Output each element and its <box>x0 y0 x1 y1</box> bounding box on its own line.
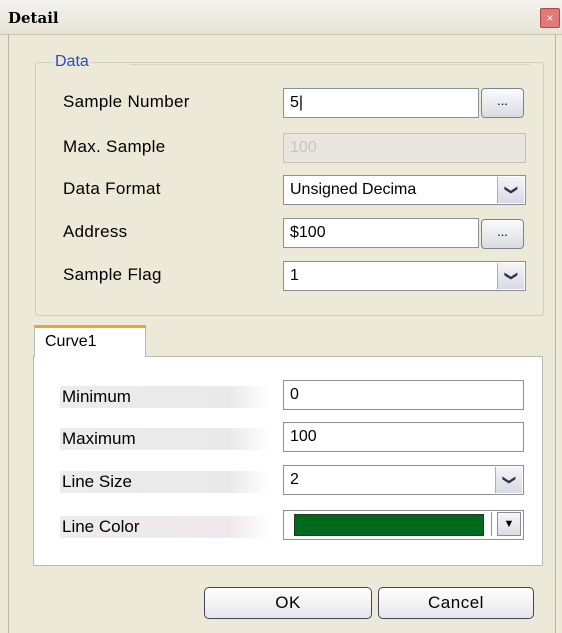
chevron-down-icon[interactable]: ❯ <box>497 263 524 289</box>
window-title: Detail <box>8 9 59 27</box>
sample-flag-label: Sample Flag <box>63 265 162 284</box>
legend-divider <box>130 64 530 65</box>
minimum-label: Minimum <box>60 386 270 408</box>
cancel-button[interactable]: Cancel <box>378 587 534 619</box>
tab-curve1[interactable]: Curve1 <box>34 325 146 357</box>
address-input[interactable]: $100 <box>283 218 479 248</box>
sample-flag-select[interactable]: 1 ❯ <box>283 261 526 291</box>
address-browse-button[interactable]: ... <box>481 219 524 249</box>
max-sample-field: 100 <box>283 133 526 163</box>
data-group-legend: Data <box>53 53 91 71</box>
address-label: Address <box>63 222 128 241</box>
close-icon[interactable]: × <box>540 8 560 28</box>
color-picker-divider <box>491 512 492 536</box>
title-bar: Detail × <box>0 0 562 35</box>
data-format-select[interactable]: Unsigned Decima ❯ <box>283 175 526 205</box>
data-format-label: Data Format <box>63 179 161 198</box>
sample-number-input[interactable]: 5| <box>283 88 479 118</box>
sample-flag-value: 1 <box>290 267 299 284</box>
line-size-value: 2 <box>290 471 299 488</box>
line-color-swatch[interactable] <box>294 514 484 536</box>
chevron-down-icon[interactable]: ❯ <box>495 467 522 493</box>
chevron-down-icon[interactable]: ❯ <box>497 177 524 203</box>
line-size-label: Line Size <box>60 471 270 493</box>
ok-button[interactable]: OK <box>204 587 372 619</box>
maximum-label: Maximum <box>60 428 270 450</box>
maximum-input[interactable]: 100 <box>283 422 524 452</box>
data-format-value: Unsigned Decima <box>290 181 417 198</box>
sample-number-label: Sample Number <box>63 92 190 111</box>
line-color-label: Line Color <box>60 516 270 538</box>
minimum-input[interactable]: 0 <box>283 380 524 410</box>
sample-number-browse-button[interactable]: ... <box>481 88 524 118</box>
max-sample-label: Max. Sample <box>63 137 166 156</box>
dropdown-arrow-icon[interactable]: ▼ <box>497 512 521 536</box>
line-size-select[interactable]: 2 ❯ <box>283 465 524 495</box>
